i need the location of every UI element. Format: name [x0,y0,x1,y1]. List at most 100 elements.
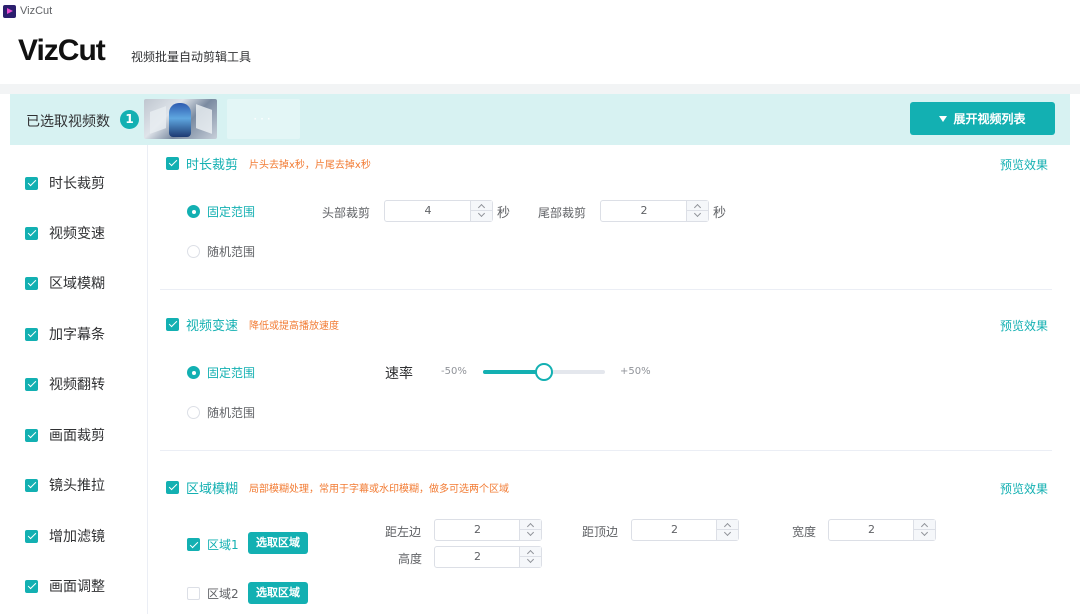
caret-down-icon [939,115,948,122]
sidebar-item-zoom[interactable]: 镜头推拉 [25,475,105,495]
preview-link[interactable]: 预览效果 [1000,156,1048,173]
radio-unselected-icon[interactable] [187,406,200,419]
head-trim-label: 头部裁剪 [322,206,371,220]
chevron-down-icon [526,555,535,564]
radio-fixed-range[interactable]: 固定范围 [187,203,255,220]
sidebar-item-flip[interactable]: 视频翻转 [25,374,105,394]
top-offset-label: 距顶边 [582,525,619,539]
tail-trim-unit: 秒 [713,206,727,221]
section-title: 时长裁剪 [186,157,239,173]
video-thumbnail[interactable] [144,99,217,139]
checkbox-unchecked-icon[interactable] [187,587,200,600]
section-description: 局部模糊处理，常用于字幕或水印模糊，做多可选两个区域 [249,483,510,495]
height-label: 高度 [398,552,423,566]
preview-link[interactable]: 预览效果 [1000,317,1048,334]
preview-link[interactable]: 预览效果 [1000,480,1048,497]
sidebar-item-adjust[interactable]: 画面调整 [25,576,105,596]
rate-slider[interactable] [483,363,605,381]
more-videos-placeholder: ··· [227,99,300,139]
checkbox-checked-icon[interactable] [25,276,38,290]
settings-panel: 时长裁剪 片头去掉x秒，片尾去掉x秒 预览效果 固定范围 随机范围 头部裁剪 4… [148,145,1070,614]
section-region-blur: 区域模糊 局部模糊处理，常用于字幕或水印模糊，做多可选两个区域 预览效果 区域1… [148,467,1070,614]
checkbox-checked-icon[interactable] [25,327,38,341]
chevron-down-icon [693,209,702,218]
top-offset-value[interactable]: 2 [632,520,717,540]
decrement-button[interactable] [520,528,541,540]
rate-max-label: +50% [620,366,651,377]
app-logo: VizCut [18,34,106,67]
tail-trim-label: 尾部裁剪 [538,206,587,220]
chevron-down-icon [477,209,486,218]
decrement-button[interactable] [717,528,738,540]
width-label: 宽度 [792,525,817,539]
checkbox-checked-icon[interactable] [25,226,38,240]
sidebar-item-filter[interactable]: 增加滤镜 [25,526,105,546]
app-icon [3,4,16,18]
region2-checkbox[interactable]: 区域2 [187,585,239,602]
checkbox-checked-icon[interactable] [166,156,179,170]
radio-selected-icon[interactable] [187,205,200,218]
height-stepper[interactable]: 2 [434,546,542,568]
width-stepper[interactable]: 2 [828,519,936,541]
rate-label: 速率 [385,366,413,382]
section-title: 区域模糊 [186,481,239,497]
checkbox-checked-icon[interactable] [25,529,38,543]
checkbox-checked-icon[interactable] [25,377,38,391]
checkbox-checked-icon[interactable] [187,538,200,551]
chevron-down-icon [920,528,929,537]
height-value[interactable]: 2 [435,547,520,567]
sidebar-item-duration-trim[interactable]: 时长裁剪 [25,173,105,193]
tail-trim-value[interactable]: 2 [601,201,687,221]
radio-random-range[interactable]: 随机范围 [187,243,255,260]
decrement-button[interactable] [914,528,935,540]
region1-checkbox[interactable]: 区域1 [187,536,239,553]
left-offset-label: 距左边 [385,525,422,539]
selected-count-badge: 1 [120,110,139,129]
radio-unselected-icon[interactable] [187,245,200,258]
checkbox-checked-icon[interactable] [25,478,38,492]
decrement-button[interactable] [471,209,492,221]
radio-random-range[interactable]: 随机范围 [187,404,255,421]
rate-min-label: -50% [441,366,467,377]
checkbox-checked-icon[interactable] [25,579,38,593]
app-subtitle: 视频批量自动剪辑工具 [131,50,252,64]
select-region2-button[interactable]: 选取区域 [248,582,308,604]
checkbox-checked-icon[interactable] [166,317,179,331]
checkbox-checked-icon[interactable] [25,428,38,442]
checkbox-checked-icon[interactable] [25,176,38,190]
sidebar-item-region-blur[interactable]: 区域模糊 [25,273,105,293]
section-duration-trim: 时长裁剪 片头去掉x秒，片尾去掉x秒 预览效果 固定范围 随机范围 头部裁剪 4… [148,145,1070,290]
sidebar-item-speed[interactable]: 视频变速 [25,223,105,243]
section-title: 视频变速 [186,318,239,334]
section-header: 视频变速 降低或提高播放速度 [166,315,340,334]
section-description: 片头去掉x秒，片尾去掉x秒 [249,159,371,171]
chevron-down-icon [723,528,732,537]
section-header: 时长裁剪 片头去掉x秒，片尾去掉x秒 [166,154,371,173]
window-titlebar: VizCut [0,0,1080,22]
decrement-button[interactable] [687,209,708,221]
section-divider [160,289,1052,290]
select-region1-button[interactable]: 选取区域 [248,532,308,554]
chevron-down-icon [526,528,535,537]
expand-video-list-button[interactable]: 展开视频列表 [910,102,1055,135]
top-offset-stepper[interactable]: 2 [631,519,739,541]
left-offset-stepper[interactable]: 2 [434,519,542,541]
section-speed: 视频变速 降低或提高播放速度 预览效果 固定范围 随机范围 速率 -50% +5… [148,306,1070,451]
expand-button-label: 展开视频列表 [953,112,1026,126]
sidebar-item-crop[interactable]: 画面裁剪 [25,425,105,445]
section-description: 降低或提高播放速度 [249,320,340,332]
radio-selected-icon[interactable] [187,366,200,379]
radio-fixed-range[interactable]: 固定范围 [187,364,255,381]
checkbox-checked-icon[interactable] [166,480,179,494]
width-value[interactable]: 2 [829,520,914,540]
head-trim-stepper[interactable]: 4 [384,200,493,222]
left-offset-value[interactable]: 2 [435,520,520,540]
decrement-button[interactable] [520,555,541,567]
head-trim-value[interactable]: 4 [385,201,471,221]
rate-slider-handle[interactable] [535,363,553,381]
sidebar-item-subtitle-bar[interactable]: 加字幕条 [25,324,105,344]
tail-trim-stepper[interactable]: 2 [600,200,709,222]
selected-videos-bar: 已选取视频数 1 ··· 展开视频列表 [10,94,1070,145]
window-title: VizCut [20,5,53,17]
selected-count-label: 已选取视频数 [26,114,110,130]
